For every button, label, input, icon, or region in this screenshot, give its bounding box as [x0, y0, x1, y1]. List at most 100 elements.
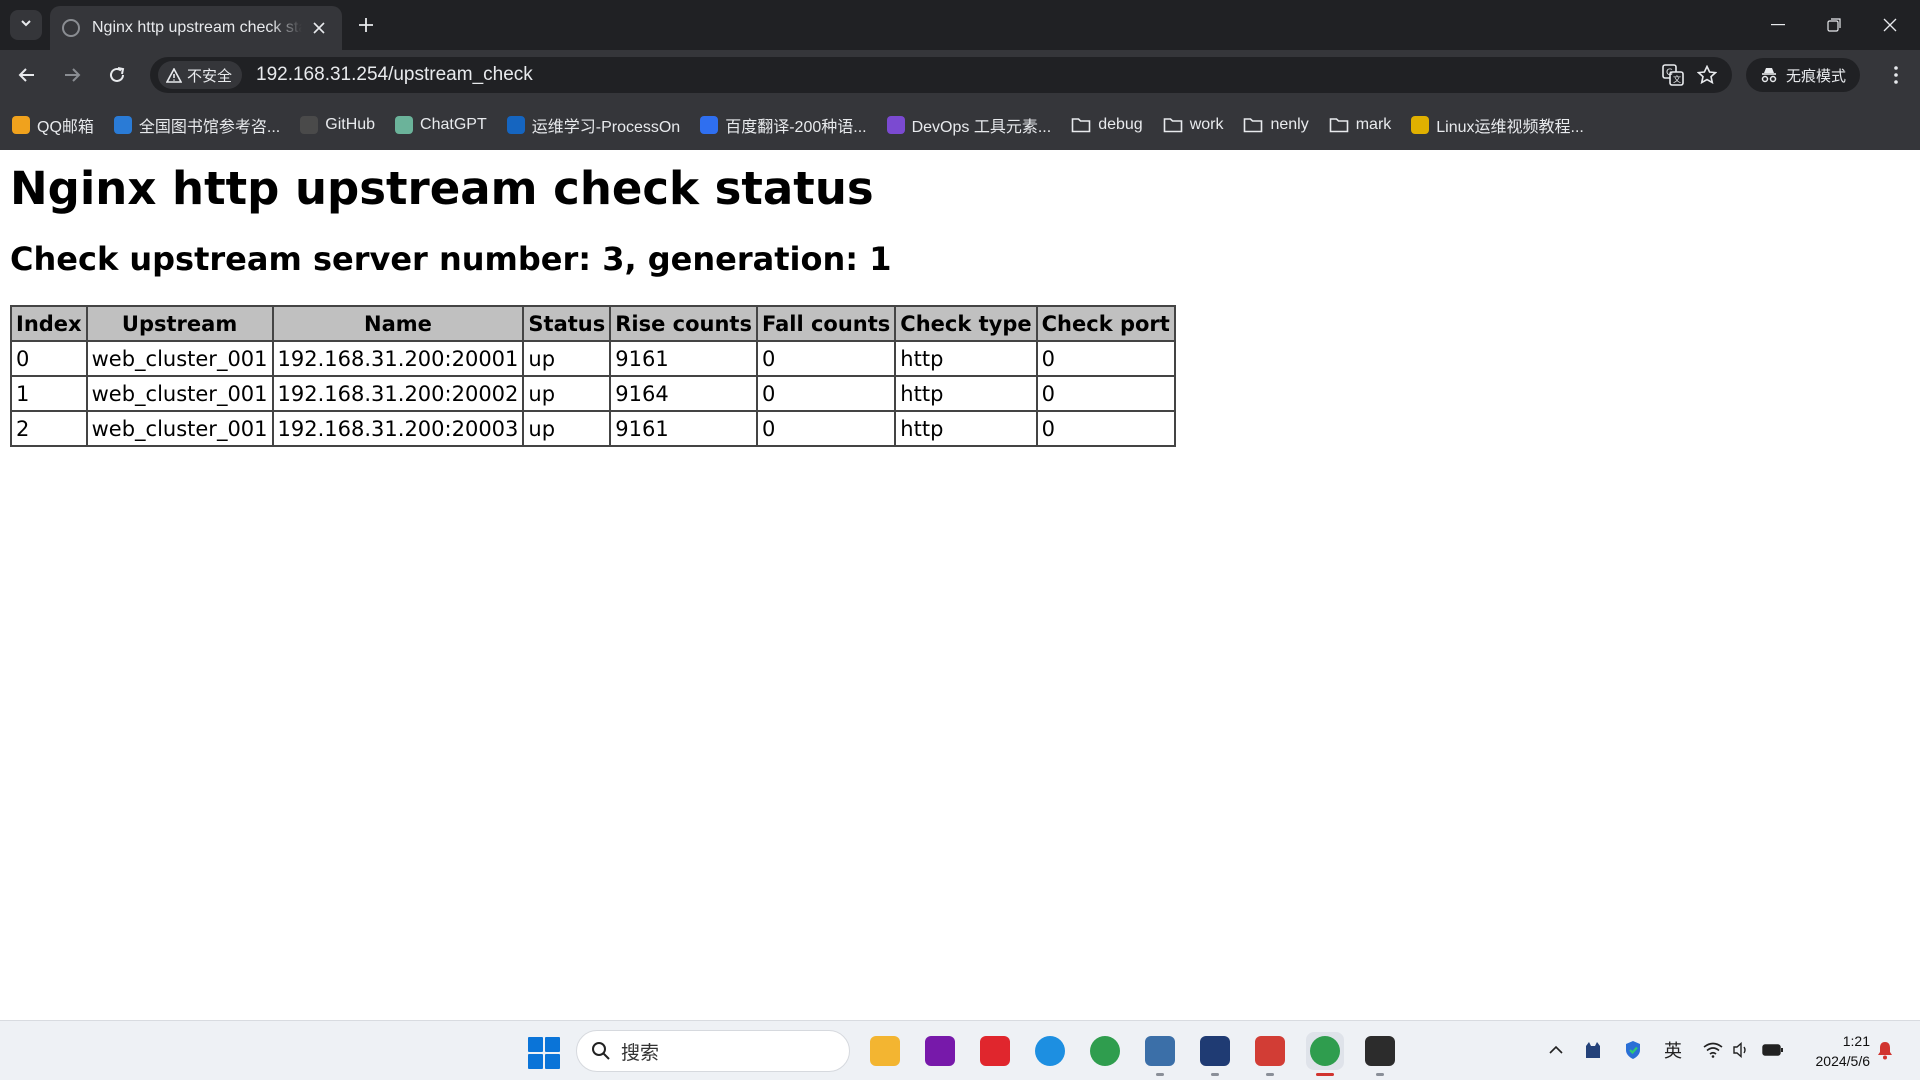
- forward-button[interactable]: [56, 59, 88, 91]
- windows-logo-tile: [545, 1054, 560, 1069]
- svg-text:G: G: [1666, 68, 1673, 78]
- warning-icon: [166, 67, 182, 83]
- table-cell: 9164: [609, 375, 758, 412]
- bookmark-item[interactable]: debug: [1071, 116, 1143, 134]
- bookmark-item[interactable]: 运维学习-ProcessOn: [506, 113, 680, 137]
- taskbar-app-button[interactable]: [1306, 1032, 1344, 1076]
- bookmark-label: ChatGPT: [420, 116, 487, 133]
- bookmark-item[interactable]: QQ邮箱: [12, 113, 94, 137]
- page-title: Nginx http upstream check status: [10, 162, 874, 215]
- table-cell: 9161: [609, 410, 758, 447]
- folder-icon: [1071, 118, 1091, 133]
- bookmark-label: GitHub: [325, 116, 376, 133]
- terminal-icon: [1365, 1036, 1395, 1066]
- new-tab-button[interactable]: [352, 11, 380, 39]
- taskbar-app-button[interactable]: [1251, 1032, 1289, 1076]
- taskbar-app-button[interactable]: [1086, 1032, 1124, 1070]
- linux-video-icon: [1411, 116, 1430, 134]
- browser-menu-button[interactable]: [1880, 59, 1912, 91]
- tab-strip: Nginx http upstream check status: [0, 0, 1920, 50]
- plus-icon: [359, 18, 373, 32]
- bookmark-item[interactable]: mark: [1329, 116, 1391, 134]
- folder-icon: [1163, 118, 1182, 133]
- tab-close-button[interactable]: [308, 17, 330, 39]
- ime-indicator[interactable]: 英: [1660, 1037, 1686, 1063]
- bookmark-item[interactable]: 全国图书馆参考咨...: [113, 113, 281, 137]
- incognito-button[interactable]: 无痕模式: [1746, 58, 1861, 92]
- table-cell: 192.168.31.200:20002: [271, 375, 525, 412]
- close-window-button[interactable]: [1862, 0, 1918, 50]
- column-header: Rise counts: [609, 305, 758, 342]
- baidu-translate-icon: [700, 116, 719, 134]
- chevron-up-icon: [1549, 1045, 1563, 1054]
- table-cell: http: [894, 410, 1038, 447]
- table-cell: web_cluster_001: [85, 340, 274, 377]
- bookmark-item[interactable]: 百度翻译-200种语...: [700, 113, 867, 137]
- bookmark-item[interactable]: GitHub: [300, 116, 375, 134]
- page-subtitle: Check upstream server number: 3, generat…: [10, 240, 892, 278]
- column-header: Upstream: [85, 305, 274, 342]
- restore-button[interactable]: [1806, 0, 1862, 50]
- processon-icon: [506, 116, 525, 134]
- tab-active[interactable]: Nginx http upstream check status: [50, 6, 342, 50]
- translate-icon[interactable]: G文: [1656, 58, 1690, 92]
- clock-date: 2024/5/6: [1815, 1053, 1871, 1069]
- bookmark-item[interactable]: nenly: [1243, 116, 1309, 134]
- taskbar-app-button[interactable]: [1031, 1032, 1069, 1070]
- taskbar-search[interactable]: 搜索: [576, 1030, 850, 1072]
- running-indicator: [1266, 1073, 1274, 1076]
- taskbar-app-button[interactable]: [921, 1032, 959, 1070]
- minimize-icon: [1771, 24, 1785, 26]
- reload-button[interactable]: [101, 59, 133, 91]
- volume-icon[interactable]: [1728, 1037, 1754, 1063]
- cat-tray-icon[interactable]: [1580, 1037, 1606, 1063]
- notification-bell-icon[interactable]: [1872, 1037, 1898, 1063]
- address-bar[interactable]: 不安全 192.168.31.254/upstream_check G文: [150, 57, 1732, 93]
- incognito-icon: [1761, 68, 1777, 83]
- cat-app-icon: [1200, 1036, 1230, 1066]
- svg-text:文: 文: [1673, 74, 1681, 84]
- taskbar-app-button[interactable]: [976, 1032, 1014, 1070]
- minimize-button[interactable]: [1750, 0, 1806, 50]
- more-vertical-icon: [1894, 66, 1898, 84]
- battery-icon[interactable]: [1760, 1037, 1786, 1063]
- github-icon: [300, 116, 319, 134]
- taskbar-app-button[interactable]: [866, 1032, 904, 1070]
- bookmark-label: debug: [1098, 116, 1143, 133]
- qq-mail-icon: [12, 116, 30, 134]
- security-shield-icon[interactable]: [1620, 1037, 1646, 1063]
- taskbar-app-button[interactable]: [1141, 1032, 1179, 1076]
- bookmark-label: 百度翻译-200种语...: [725, 119, 867, 136]
- bookmark-label: work: [1189, 116, 1224, 133]
- table-cell: web_cluster_001: [85, 375, 274, 412]
- url-text[interactable]: 192.168.31.254/upstream_check: [256, 64, 1656, 86]
- bookmark-item[interactable]: work: [1163, 116, 1224, 134]
- windows-logo-icon: [528, 1037, 543, 1052]
- table-row: 1 web_cluster_001 192.168.31.200:20002 up 91…: [10, 375, 1176, 412]
- arrow-right-icon: [65, 68, 81, 82]
- security-chip[interactable]: 不安全: [158, 61, 243, 89]
- show-hidden-icons-button[interactable]: [1543, 1037, 1569, 1063]
- taskbar-app-button[interactable]: [1361, 1032, 1399, 1076]
- table-cell: 9161: [609, 340, 758, 377]
- search-icon: [592, 1042, 610, 1060]
- star-icon[interactable]: [1690, 58, 1724, 92]
- tab-search-button[interactable]: [10, 10, 42, 40]
- table-cell: 192.168.31.200:20003: [271, 410, 525, 447]
- chrome-icon: [1090, 1036, 1120, 1066]
- close-icon: [313, 22, 325, 34]
- taskbar-clock[interactable]: 1:21 2024/5/6: [1800, 1031, 1871, 1071]
- bookmark-label: 全国图书馆参考咨...: [138, 119, 281, 136]
- bookmark-item[interactable]: DevOps 工具元素...: [886, 113, 1051, 137]
- running-indicator: [1211, 1073, 1219, 1076]
- bookmark-item[interactable]: ChatGPT: [395, 116, 487, 134]
- back-button[interactable]: [11, 59, 43, 91]
- bookmark-item[interactable]: Linux运维视频教程...: [1411, 113, 1584, 137]
- start-button[interactable]: [528, 1037, 560, 1069]
- table-cell: http: [894, 340, 1038, 377]
- taskbar-app-button[interactable]: [1196, 1032, 1234, 1076]
- table-cell: up: [522, 410, 612, 447]
- table-header-row: Index Upstream Name Status Rise counts Fall c…: [10, 305, 1176, 342]
- wifi-icon[interactable]: [1700, 1037, 1726, 1063]
- tab-title: Nginx http upstream check status: [92, 19, 302, 36]
